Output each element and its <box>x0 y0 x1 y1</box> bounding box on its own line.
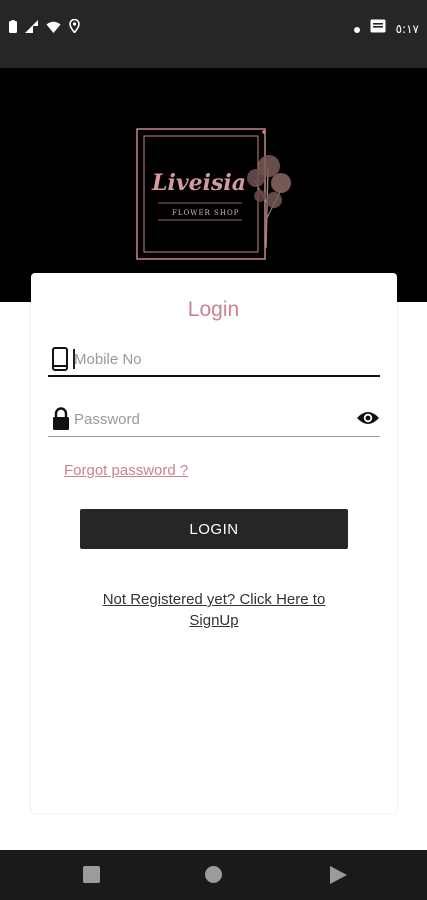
lock-icon <box>52 407 70 436</box>
login-button[interactable]: LOGIN <box>80 509 348 549</box>
svg-text:Liveisia: Liveisia <box>151 170 246 196</box>
signup-link-line2[interactable]: SignUp <box>90 610 338 631</box>
battery-icon <box>9 19 17 38</box>
navigation-bar <box>0 850 427 900</box>
svg-text:FLOWER SHOP: FLOWER SHOP <box>172 209 239 217</box>
forgot-password-link[interactable]: Forgot password ? <box>64 462 188 479</box>
password-input[interactable] <box>74 407 344 431</box>
login-title: Login <box>187 298 240 321</box>
signup-link-line1[interactable]: Not Registered yet? Click Here to <box>90 589 338 610</box>
smartphone-icon <box>52 347 68 376</box>
status-right-icons: ٥:١٧ <box>353 19 419 38</box>
show-password-eye-icon[interactable] <box>356 410 380 431</box>
status-bar: ٥:١٧ <box>0 0 427 68</box>
notification-dot-icon <box>353 20 360 38</box>
home-circle-icon[interactable] <box>205 866 222 888</box>
back-triangle-icon[interactable] <box>330 866 347 889</box>
brand-logo: Liveisia FLOWER SHOP <box>136 128 296 264</box>
wifi-icon <box>46 20 61 38</box>
status-left-icons <box>9 18 80 38</box>
mobile-field[interactable] <box>48 343 380 377</box>
mobile-input[interactable] <box>74 347 344 371</box>
location-icon <box>69 18 80 38</box>
signup-link[interactable]: Not Registered yet? Click Here to SignUp <box>90 589 338 631</box>
message-icon <box>370 19 386 38</box>
recents-square-icon[interactable] <box>83 866 100 888</box>
password-field[interactable] <box>48 403 380 437</box>
status-time: ٥:١٧ <box>395 21 419 36</box>
signal-icon <box>25 19 38 38</box>
